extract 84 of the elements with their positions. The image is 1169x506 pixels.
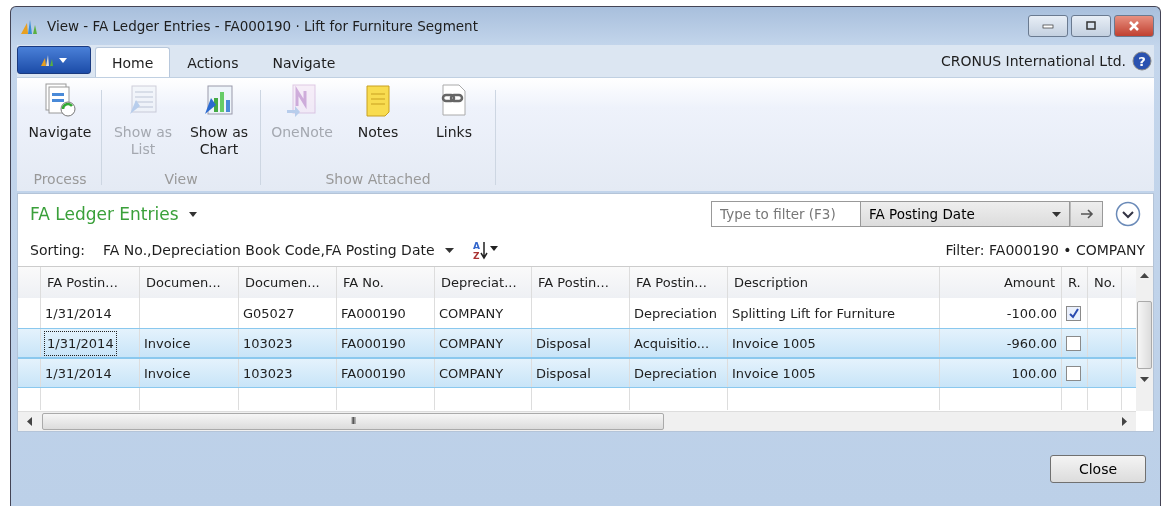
ribbon-tab[interactable]: Home (95, 47, 171, 77)
table-cell: COMPANY (439, 365, 504, 381)
table-cell: 1/31/2014 (45, 305, 112, 321)
sorting-label: Sorting: (30, 242, 86, 258)
documents-clock-icon (43, 82, 77, 118)
caret-icon[interactable] (188, 211, 197, 217)
scroll-down-icon[interactable] (1140, 377, 1149, 383)
table-cell: Depreciation (634, 365, 717, 381)
onenote-icon (285, 82, 319, 118)
table-cell: 100.00 (1011, 365, 1057, 381)
column-header[interactable]: Documen... (140, 267, 239, 298)
apply-filter-button[interactable] (1070, 201, 1103, 227)
table-cell: Disposal (536, 365, 591, 381)
table-cell: -960.00 (1006, 335, 1057, 351)
checkbox[interactable] (1066, 365, 1081, 381)
column-header[interactable]: Documen... (239, 267, 337, 298)
ribbon-tab[interactable]: Actions (170, 47, 256, 77)
table-cell: 1/31/2014 (45, 365, 112, 381)
maximize-icon (1085, 21, 1097, 31)
scrollbar-thumb[interactable] (1137, 301, 1152, 369)
table-row[interactable]: 1/31/2014 Invoice 103023 FA000190 COMPANY Disposal Acquisitio... Invoice 1005 -960.00 (18, 328, 1136, 358)
ribbon-tab[interactable]: Navigate (255, 47, 353, 77)
ribbon-group-label: View (164, 171, 198, 189)
filter-summary: Filter: FA000190 • COMPANY (945, 242, 1145, 258)
table-cell: COMPANY (439, 335, 504, 351)
ribbon-button[interactable]: Links (417, 82, 491, 171)
column-header[interactable]: Amount (940, 267, 1062, 298)
column-header[interactable]: FA Postin... (41, 267, 140, 298)
vertical-scrollbar[interactable] (1136, 267, 1153, 411)
checkbox[interactable] (1066, 305, 1081, 321)
checkbox[interactable] (1066, 335, 1081, 351)
ribbon-group-label: Process (33, 171, 87, 189)
table-cell: Acquisitio... (634, 335, 710, 351)
expand-icon[interactable] (1115, 201, 1141, 227)
window-title: View - FA Ledger Entries - FA000190 · Lift for Furniture Segment (47, 18, 478, 34)
table-cell: Invoice (144, 335, 191, 351)
scroll-up-icon[interactable] (1140, 273, 1149, 279)
close-window-button[interactable] (1114, 15, 1154, 37)
scroll-left-icon[interactable] (26, 417, 34, 426)
column-header[interactable]: FA No. (337, 267, 435, 298)
column-header[interactable]: Depreciat... (435, 267, 532, 298)
scroll-right-icon[interactable] (1120, 417, 1128, 426)
ribbon-button[interactable]: Navigate (23, 82, 97, 171)
close-button[interactable]: Close (1050, 455, 1146, 483)
ribbon-group-label: Show Attached (325, 171, 431, 189)
table-cell: COMPANY (439, 305, 504, 321)
horizontal-scrollbar[interactable]: III (18, 411, 1136, 431)
table-cell: FA000190 (341, 335, 406, 351)
table-cell: FA000190 (341, 365, 406, 381)
minimize-icon (1042, 23, 1054, 29)
table-cell: Invoice 1005 (732, 335, 816, 351)
maximize-button[interactable] (1071, 15, 1111, 37)
table-cell: 103023 (243, 335, 293, 351)
help-icon[interactable]: ? (1132, 51, 1152, 71)
scrollbar-thumb[interactable]: III (42, 413, 664, 430)
table-cell: G05027 (243, 305, 295, 321)
chart-icon (202, 82, 236, 118)
table-row[interactable]: 1/31/2014 Invoice 103023 FA000190 COMPANY Disposal Depreciation Invoice 1005 100.00 (18, 358, 1136, 388)
table-cell: 103023 (243, 365, 293, 381)
ribbon-button[interactable]: Show as Chart (182, 82, 256, 171)
table-cell: Invoice (144, 365, 191, 381)
table-cell: FA000190 (341, 305, 406, 321)
table-cell: -100.00 (1006, 305, 1057, 321)
table-cell: Depreciation (634, 305, 717, 321)
table-cell: Splitting Lift for Furniture (732, 305, 895, 321)
column-header[interactable]: FA Postin... (630, 267, 728, 298)
filter-column-dropdown[interactable]: FA Posting Date (861, 201, 1070, 227)
column-header[interactable]: FA Postin... (532, 267, 630, 298)
caret-icon (1052, 211, 1061, 217)
table-cell: 1/31/2014 (45, 331, 116, 355)
close-icon (1128, 21, 1140, 31)
ribbon-button[interactable]: Notes (341, 82, 415, 171)
column-header[interactable]: R. (1062, 267, 1088, 298)
arrow-icon (1079, 209, 1094, 219)
company-name: CRONUS International Ltd. (941, 53, 1126, 69)
sorting-dropdown[interactable]: FA No.,Depreciation Book Code,FA Posting Date (103, 242, 454, 258)
column-header[interactable]: Description (728, 267, 940, 298)
table-cell: Invoice 1005 (732, 365, 816, 381)
caret-icon (444, 247, 454, 253)
table-cell: Disposal (536, 335, 591, 351)
filter-field[interactable]: Type to filter (F3) (711, 201, 861, 227)
app-menu-button[interactable] (17, 46, 91, 74)
column-header[interactable]: No. (1088, 267, 1122, 298)
minimize-button[interactable] (1028, 15, 1068, 37)
